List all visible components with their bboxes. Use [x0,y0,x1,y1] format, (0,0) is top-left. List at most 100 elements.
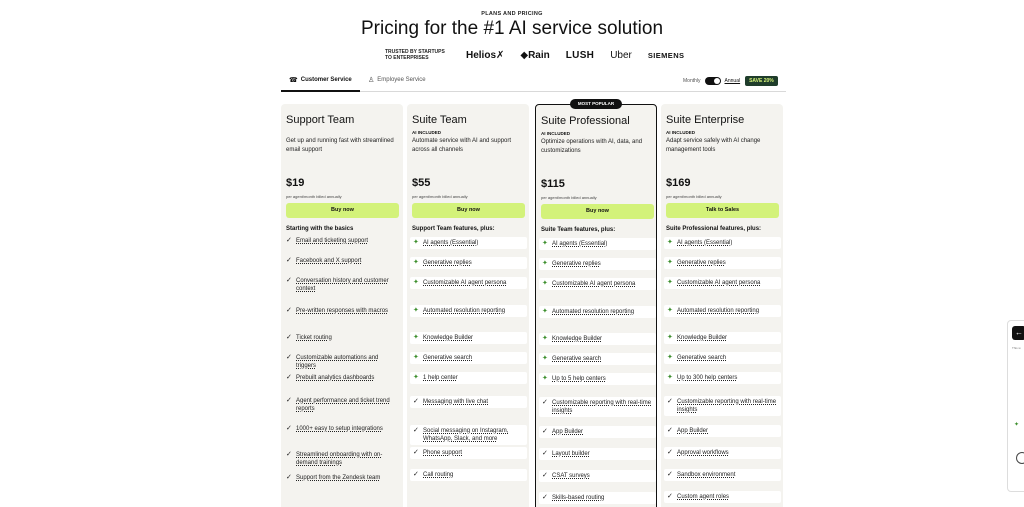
feature-text[interactable]: Generative replies [423,259,472,267]
plan-header: Suite Enterprise AI INCLUDED Adapt service… [666,114,779,159]
feature-text[interactable]: Phone support [423,449,462,457]
feature-text[interactable]: Automated resolution reporting [677,307,759,315]
feature-text[interactable]: Prebuilt analytics dashboards [296,374,374,382]
plan-header: Suite Team AI INCLUDED Automate service wi… [412,114,525,159]
feature-text[interactable]: AI agents (Essential) [423,239,478,247]
feature-text[interactable]: Email and ticketing support [296,237,368,245]
feature-text[interactable]: Agent performance and ticket trend repor… [296,397,399,413]
feature-text[interactable]: Pre-written responses with macros [296,307,388,315]
feature-text[interactable]: Social messaging on Instagram, WhatsApp,… [423,427,527,443]
feature-item: ✦ Customizable AI agent persona [410,277,527,289]
feature-item: ✓ Customizable reporting with real-time i… [664,396,781,416]
feature-text[interactable]: Generative search [423,354,472,362]
tab-label: Customer Service [300,77,352,83]
buy-now-button[interactable]: Buy now [286,203,399,218]
sparkle-icon: ✦ [413,259,419,266]
feature-text[interactable]: Conversation history and customer contex… [296,277,399,293]
plan-price: $115 [541,178,565,190]
feature-text[interactable]: Generative replies [677,259,726,267]
feature-text[interactable]: Up to 5 help centers [552,375,606,383]
check-icon: ✓ [542,450,548,457]
feature-text[interactable]: Ticket routing [296,334,332,342]
feature-item: ✓ Skills-based routing [539,492,656,504]
feature-text[interactable]: Streamlined onboarding with on-demand tr… [296,451,399,467]
annual-label[interactable]: Annual [725,78,741,84]
feature-text[interactable]: Generative replies [552,260,601,268]
circle-icon[interactable] [1016,452,1024,464]
plan-description: Automate service with AI and support acr… [412,138,512,153]
feature-text[interactable]: CSAT surveys [552,472,590,480]
feature-text[interactable]: Automated resolution reporting [552,308,634,316]
trusted-label: TRUSTED BY STARTUPS TO ENTERPRISES [385,49,445,61]
check-icon: ✓ [667,493,673,500]
feature-text[interactable]: Customizable AI agent persona [423,279,506,287]
feature-text[interactable]: Messaging with live chat [423,398,488,406]
feature-text[interactable]: Customizable automations and triggers [296,354,399,370]
most-popular-badge: MOST POPULAR [570,99,622,109]
monthly-label[interactable]: Monthly [683,78,701,84]
feature-text[interactable]: App Builder [552,428,583,436]
feature-text[interactable]: Knowledge Builder [552,335,602,343]
plan-card-suite-team: Suite Team AI INCLUDED Automate service wi… [407,104,529,507]
check-icon: ✓ [286,277,292,284]
feature-text[interactable]: Knowledge Builder [423,334,473,342]
feature-item: ✦ Generative replies [539,258,656,270]
feature-text[interactable]: Automated resolution reporting [423,307,505,315]
feature-item: ✓ Pre-written responses with macros [286,307,399,315]
sparkle-icon: ✦ [542,280,548,287]
feature-text[interactable]: Sandbox environment [677,471,735,479]
feature-text[interactable]: Generative search [552,355,601,363]
tab-employee-service[interactable]: ♙ Employee Service [368,76,426,84]
feature-item: ✓ App Builder [664,425,781,437]
check-icon: ✓ [286,374,292,381]
feature-text[interactable]: Customizable AI agent persona [552,280,635,288]
feature-text[interactable]: Customizable reporting with real-time in… [552,399,656,415]
plan-name: Suite Professional [541,115,630,127]
feature-text[interactable]: Facebook and X support [296,257,361,265]
tab-customer-service[interactable]: ☎ Customer Service [281,76,360,92]
feature-text[interactable]: Call routing [423,471,453,479]
tab-label: Employee Service [377,77,426,83]
feature-item: ✦ AI agents (Essential) [539,238,656,250]
feature-text[interactable]: 1 help center [423,374,458,382]
sparkle-icon: ✦ [413,239,419,246]
buy-now-button[interactable]: Buy now [412,203,525,218]
feature-text[interactable]: App Builder [677,427,708,435]
feature-text[interactable]: Skills-based routing [552,494,604,502]
sparkle-icon: ✦ [667,307,673,314]
check-icon: ✓ [667,427,673,434]
feature-text[interactable]: Approval workflows [677,449,729,457]
talk-to-sales-button[interactable]: Talk to Sales [666,203,779,218]
feature-item: ✓ Messaging with live chat [410,396,527,408]
feature-text[interactable]: Customizable reporting with real-time in… [677,398,781,414]
billing-toggle[interactable] [704,77,721,85]
uber-logo: Uber [610,50,632,61]
sparkle-icon: ✦ [413,354,419,361]
features-heading: Suite Team features, plus: [541,227,616,233]
feature-text[interactable]: Layout builder [552,450,590,458]
feature-text[interactable]: Generative search [677,354,726,362]
feature-text[interactable]: AI agents (Essential) [552,240,607,248]
buy-now-button[interactable]: Buy now [541,204,654,219]
back-arrow-button[interactable]: ← [1012,326,1024,340]
feature-text[interactable]: Custom agent roles [677,493,729,501]
check-icon: ✓ [413,398,419,405]
feature-item: ✦ Up to 300 help centers [664,372,781,384]
feature-item: ✓ Customizable reporting with real-time i… [539,397,656,417]
feature-text[interactable]: Customizable AI agent persona [677,279,760,287]
feature-text[interactable]: Up to 300 help centers [677,374,737,382]
feature-item: ✓ Support from the Zendesk team [286,474,399,482]
feature-text[interactable]: Knowledge Builder [677,334,727,342]
check-icon: ✓ [667,471,673,478]
feature-text[interactable]: 1000+ easy to setup integrations [296,425,383,433]
feature-item: ✓ Agent performance and ticket trend repo… [286,397,399,413]
sparkle-icon: ✦ [542,355,548,362]
feature-text[interactable]: Support from the Zendesk team [296,474,380,482]
feature-text[interactable]: AI agents (Essential) [677,239,732,247]
sparkle-icon: ✦ [542,375,548,382]
features-heading: Suite Professional features, plus: [666,226,762,232]
features-heading: Support Team features, plus: [412,226,495,232]
plan-header: Suite Professional AI INCLUDED Optimize op… [541,115,654,160]
check-icon: ✓ [542,399,548,406]
feature-item: ✓ Custom agent roles [664,491,781,503]
